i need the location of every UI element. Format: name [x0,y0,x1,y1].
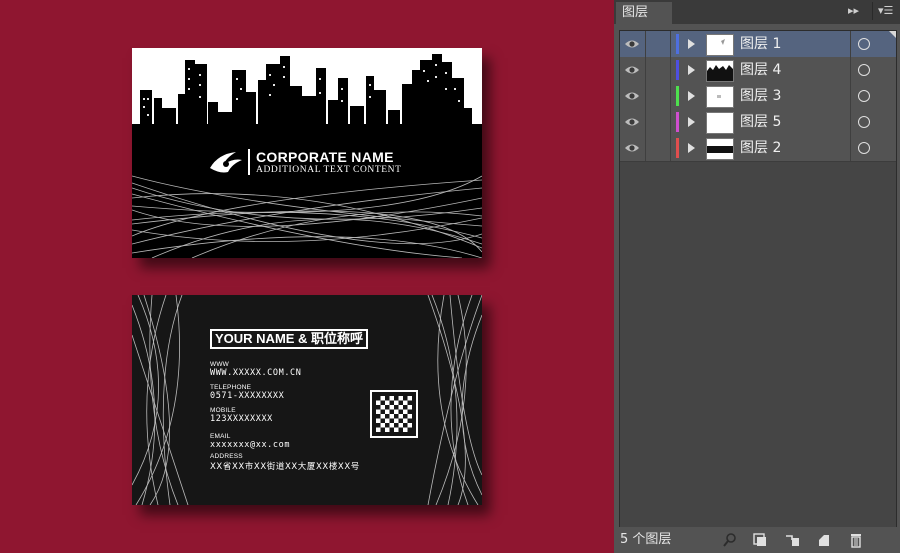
field-value: XX省XX市XX街道XX大厦XX楼XX号 [210,462,360,472]
layer-color-swatch [676,34,679,54]
column-divider [670,135,671,161]
column-divider [645,57,646,83]
target-circle-icon[interactable] [858,90,870,102]
double-chevron-right-icon[interactable]: ▸▸ [848,4,859,18]
layer-row[interactable]: 图层 5 [620,109,896,136]
layer-name[interactable]: 图层 3 [740,86,781,106]
panel-footer: 5 个图层 [614,527,900,553]
eye-visibility-icon[interactable] [623,87,641,105]
name-title-box: YOUR NAME & 职位称呼 [210,329,369,349]
column-divider [850,57,851,83]
column-divider [670,109,671,135]
layer-thumbnail [706,60,734,82]
tab-layers[interactable]: 图层 [616,2,672,24]
qr-code-icon [370,390,418,438]
layer-count: 5 个图层 [620,532,672,547]
eye-visibility-icon[interactable] [623,139,641,157]
column-divider [850,83,851,109]
layer-color-swatch [676,60,679,80]
trash-icon[interactable] [848,532,864,548]
expand-arrow-icon[interactable] [688,39,695,49]
artboard-canvas: CORPORATE NAME ADDITIONAL TEXT CONTENT Y… [0,0,612,553]
contact-www: WWW WWW.XXXXX.COM.CN [210,361,301,378]
layer-name[interactable]: 图层 5 [740,112,781,132]
locate-object-icon[interactable] [722,532,738,548]
layer-row[interactable]: 图层 4 [620,57,896,84]
column-divider [670,57,671,83]
field-label: MOBILE [210,407,236,414]
column-divider [645,109,646,135]
layer-thumbnail [706,86,734,108]
back-decorative-lines [132,295,482,505]
expand-arrow-icon[interactable] [688,143,695,153]
corporate-subtitle: ADDITIONAL TEXT CONTENT [256,165,402,175]
panel-header: 图层 ▸▸ ▾☰ [614,0,900,24]
make-clipping-mask-icon[interactable] [752,532,768,548]
layers-list: 图层 1 图层 4 图层 3 图层 5 图层 2 [619,30,897,528]
field-value: WWW.XXXXX.COM.CN [210,368,302,378]
column-divider [670,83,671,109]
target-circle-icon[interactable] [858,142,870,154]
target-circle-icon[interactable] [858,64,870,76]
eye-visibility-icon[interactable] [623,113,641,131]
logo-divider [248,149,250,175]
layer-row[interactable]: 图层 2 [620,135,896,162]
layer-color-swatch [676,112,679,132]
contact-address: ADDRESS XX省XX市XX街道XX大厦XX楼XX号 [210,453,360,472]
corporate-logo-icon [210,152,242,173]
business-card-back: YOUR NAME & 职位称呼 WWW WWW.XXXXX.COM.CN TE… [132,295,482,505]
contact-telephone: TELEPHONE 0571-XXXXXXXX [210,384,284,401]
field-value: 0571-XXXXXXXX [210,391,285,401]
column-divider [645,83,646,109]
layer-color-swatch [676,138,679,158]
expand-arrow-icon[interactable] [688,65,695,75]
layer-row[interactable]: 图层 1 [620,31,896,58]
layer-name[interactable]: 图层 2 [740,138,781,158]
expand-arrow-icon[interactable] [688,117,695,127]
business-card-front: CORPORATE NAME ADDITIONAL TEXT CONTENT [132,48,482,258]
target-circle-icon[interactable] [858,116,870,128]
corporate-name: CORPORATE NAME [256,149,394,165]
column-divider [850,31,851,57]
selection-corner-icon [889,31,896,38]
field-value: xxxxxxx@xx.com [210,440,291,450]
column-divider [850,109,851,135]
column-divider [645,31,646,57]
layers-panel: 图层 ▸▸ ▾☰ 图层 1 图层 4 图层 3 图层 5 图层 2 5 个图层 [614,0,900,553]
panel-menu-icon[interactable]: ▾☰ [878,4,893,18]
layer-color-swatch [676,86,679,106]
layer-thumbnail [706,34,734,56]
layer-name[interactable]: 图层 4 [740,60,781,80]
column-divider [645,135,646,161]
eye-visibility-icon[interactable] [623,61,641,79]
column-divider [670,31,671,57]
column-divider [850,135,851,161]
target-circle-icon[interactable] [858,38,870,50]
field-label: WWW [210,361,230,368]
layer-thumbnail [706,112,734,134]
contact-mobile: MOBILE 123XXXXXXXX [210,407,273,424]
eye-visibility-icon[interactable] [623,35,641,53]
header-divider [872,2,873,20]
expand-arrow-icon[interactable] [688,91,695,101]
field-value: 123XXXXXXXX [210,414,273,424]
create-sublayer-icon[interactable] [784,532,800,548]
layer-name[interactable]: 图层 1 [740,34,781,54]
create-new-layer-icon[interactable] [816,532,832,548]
layer-row[interactable]: 图层 3 [620,83,896,110]
contact-email: EMAIL xxxxxxx@xx.com [210,433,290,450]
field-label: TELEPHONE [210,384,252,391]
field-label: EMAIL [210,433,231,440]
layer-thumbnail [706,138,734,160]
field-label: ADDRESS [210,453,243,460]
